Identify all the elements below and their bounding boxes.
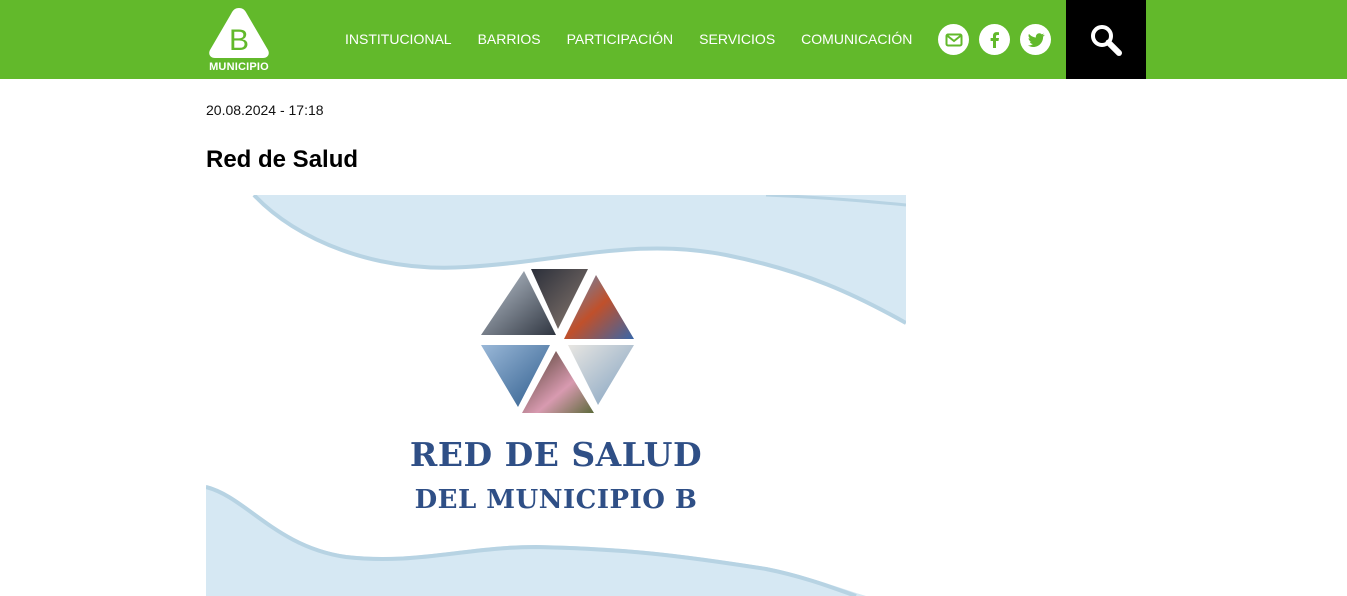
article-date: 20.08.2024 - 17:18 [206, 102, 324, 118]
photo-collage-icon [481, 269, 634, 413]
logo-letter: B [229, 24, 249, 57]
twitter-button[interactable] [1020, 24, 1051, 55]
mail-icon [945, 33, 962, 46]
logo-triangle-icon: B [209, 8, 269, 58]
search-icon [1091, 24, 1122, 56]
article-title: Red de Salud [206, 146, 359, 173]
nav-barrios[interactable]: BARRIOS [478, 31, 541, 51]
article-banner-image: RED DE SALUD DEL MUNICIPIO B [206, 195, 906, 596]
facebook-icon [990, 31, 999, 48]
logo-label: MUNICIPIO [209, 61, 269, 73]
nav-comunicacion[interactable]: COMUNICACIÓN [801, 31, 912, 51]
banner-waves [206, 195, 906, 596]
mail-button[interactable] [938, 24, 969, 55]
facebook-button[interactable] [979, 24, 1010, 55]
search-button[interactable] [1066, 0, 1146, 79]
nav-servicios[interactable]: SERVICIOS [699, 31, 775, 51]
twitter-icon [1027, 32, 1045, 47]
nav-institucional[interactable]: INSTITUCIONAL [345, 31, 452, 51]
municipio-logo[interactable]: B MUNICIPIO [207, 6, 271, 76]
main-nav: INSTITUCIONAL BARRIOS PARTICIPACIÓN SERV… [345, 31, 938, 51]
banner-subtitle: DEL MUNICIPIO B [414, 485, 698, 515]
banner-title: RED DE SALUD [409, 435, 703, 474]
nav-participacion[interactable]: PARTICIPACIÓN [567, 31, 674, 51]
site-header: B MUNICIPIO INSTITUCIONAL BARRIOS PARTIC… [0, 0, 1347, 79]
